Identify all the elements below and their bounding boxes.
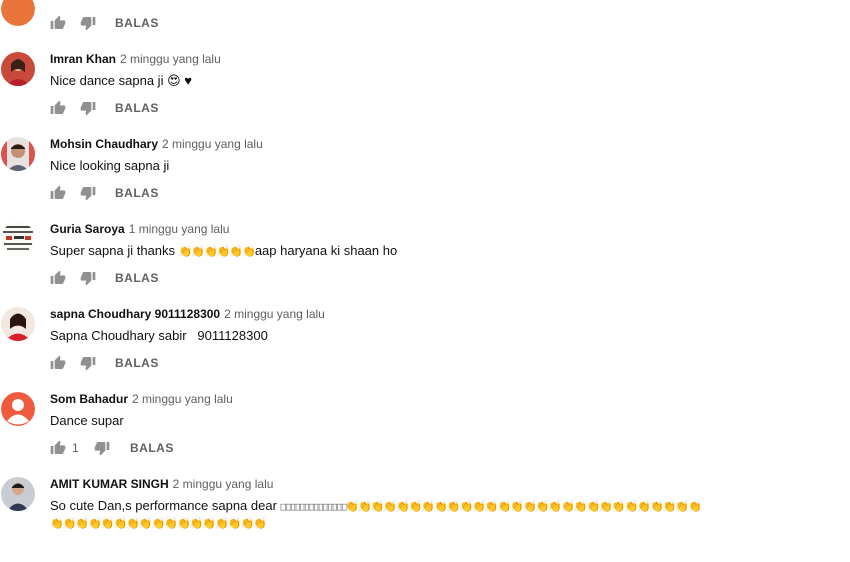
comment: AMIT KUMAR SINGH 2 minggu yang lalu So cu… — [0, 477, 850, 562]
thumbs-up-icon[interactable] — [50, 270, 66, 286]
comments-list: BALAS Imran Khan 2 minggu yang lalu Nice … — [0, 0, 850, 533]
avatar[interactable] — [1, 392, 35, 426]
author-name[interactable]: Imran Khan — [50, 52, 116, 66]
comment-text-part: Super sapna ji thanks — [50, 243, 179, 258]
comment-time[interactable]: 1 minggu yang lalu — [129, 222, 230, 236]
comment-time[interactable]: 2 minggu yang lalu — [120, 52, 221, 66]
avatar[interactable] — [1, 307, 35, 341]
thumbs-up-icon[interactable] — [50, 440, 66, 456]
comment-text: So cute Dan,s performance sapna dear □□□… — [50, 497, 702, 516]
thumbs-down-icon[interactable] — [94, 440, 110, 456]
comment-text: Nice dance sapna ji 😍 ♥ — [50, 73, 192, 88]
author-name[interactable]: Guria Saroya — [50, 222, 125, 236]
clap-emojis: 👏👏👏👏👏👏👏👏👏👏👏👏👏👏👏👏👏👏👏👏👏👏👏👏👏👏👏👏 — [345, 500, 701, 513]
thumbs-down-icon[interactable] — [80, 100, 96, 116]
reply-button[interactable]: BALAS — [130, 441, 174, 455]
comment-text: Nice looking sapna ji — [50, 158, 170, 173]
comment-text: Super sapna ji thanks 👏👏👏👏👏👏aap haryana … — [50, 242, 397, 261]
author-name[interactable]: Mohsin Chaudhary — [50, 137, 158, 151]
comment-time[interactable]: 2 minggu yang lalu — [162, 137, 263, 151]
thumbs-down-icon[interactable] — [80, 270, 96, 286]
unrendered-glyphs: □□□□□□□□□□□□□□ — [280, 500, 348, 513]
comment-time[interactable]: 2 minggu yang lalu — [173, 477, 274, 491]
avatar[interactable] — [1, 222, 35, 256]
comment-text-part: So cute Dan,s performance sapna dear — [50, 498, 281, 513]
like-count: 1 — [72, 441, 79, 455]
thumbs-down-icon[interactable] — [80, 355, 96, 371]
comment: Mohsin Chaudhary 2 minggu yang lalu Nice … — [0, 137, 850, 222]
author-name[interactable]: sapna Choudhary 9011128300 — [50, 307, 220, 321]
thumbs-down-icon[interactable] — [80, 15, 96, 31]
comment-time[interactable]: 2 minggu yang lalu — [132, 392, 233, 406]
comment-text-continued: 👏👏👏👏👏👏👏👏👏👏👏👏👏👏👏👏👏 — [50, 515, 267, 532]
thumbs-up-icon[interactable] — [50, 185, 66, 201]
reply-button[interactable]: BALAS — [115, 16, 159, 30]
clap-emojis: 👏👏👏👏👏👏 — [178, 245, 256, 258]
avatar[interactable] — [1, 0, 35, 26]
comment: Imran Khan 2 minggu yang lalu Nice dance … — [0, 52, 850, 137]
comment: Som Bahadur 2 minggu yang lalu Dance supa… — [0, 392, 850, 477]
avatar[interactable] — [1, 52, 35, 86]
comment: sapna Choudhary 9011128300 2 minggu yang … — [0, 307, 850, 392]
author-name[interactable]: Som Bahadur — [50, 392, 128, 406]
avatar[interactable] — [1, 477, 35, 511]
comment-partial: BALAS — [0, 0, 850, 45]
comment-time[interactable]: 2 minggu yang lalu — [224, 307, 325, 321]
thumbs-up-icon[interactable] — [50, 15, 66, 31]
comment-text: Sapna Choudhary sabir 9011128300 — [50, 328, 268, 343]
thumbs-up-icon[interactable] — [50, 100, 66, 116]
reply-button[interactable]: BALAS — [115, 271, 159, 285]
comment-text-part: aap haryana ki shaan ho — [254, 243, 398, 258]
comment-text: Dance supar — [50, 413, 124, 428]
thumbs-down-icon[interactable] — [80, 185, 96, 201]
reply-button[interactable]: BALAS — [115, 356, 159, 370]
thumbs-up-icon[interactable] — [50, 355, 66, 371]
comment: Guria Saroya 1 minggu yang lalu Super sap… — [0, 222, 850, 307]
avatar[interactable] — [1, 137, 35, 171]
clap-emojis: 👏👏👏👏👏👏👏👏👏👏👏👏👏👏👏👏👏 — [50, 517, 267, 530]
reply-button[interactable]: BALAS — [115, 101, 159, 115]
author-name[interactable]: AMIT KUMAR SINGH — [50, 477, 169, 491]
reply-button[interactable]: BALAS — [115, 186, 159, 200]
